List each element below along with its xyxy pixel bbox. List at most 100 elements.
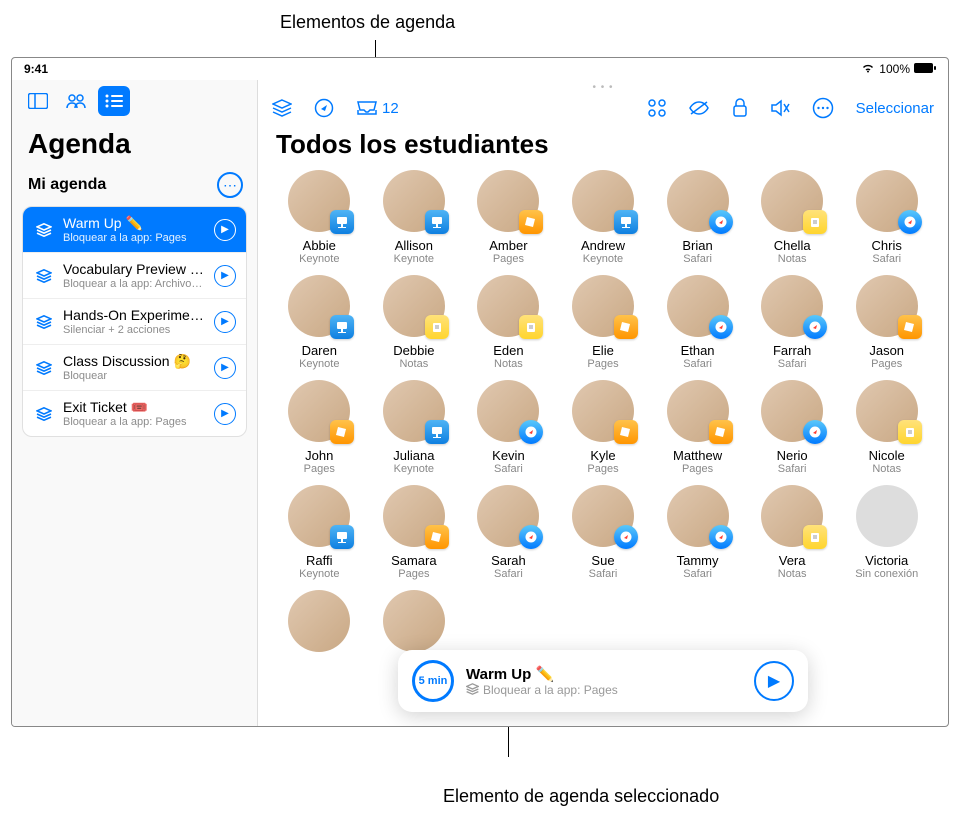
- avatar: [856, 380, 918, 442]
- student-app-label: Pages: [587, 358, 618, 370]
- app-badge-icon: [709, 210, 733, 234]
- avatar: [383, 380, 445, 442]
- agenda-item[interactable]: Vocabulary Preview 💡 Bloquear a la app: …: [23, 253, 246, 299]
- avatar: [383, 275, 445, 337]
- students-grid: Abbie Keynote Allison Keynote Amber Page…: [258, 170, 948, 726]
- student-cell[interactable]: Vera Notas: [749, 485, 836, 580]
- mute-icon[interactable]: [770, 99, 790, 117]
- student-cell[interactable]: Ethan Safari: [654, 275, 741, 370]
- agenda-play-button[interactable]: ▶: [214, 311, 236, 333]
- student-app-label: Pages: [398, 568, 429, 580]
- callout-bottom-label: Elemento de agenda seleccionado: [443, 786, 719, 807]
- avatar: [477, 380, 539, 442]
- student-cell[interactable]: Sarah Safari: [465, 485, 552, 580]
- avatar: [667, 485, 729, 547]
- student-cell[interactable]: Daren Keynote: [276, 275, 363, 370]
- app-badge-icon: [330, 315, 354, 339]
- pill-timer[interactable]: 5 min: [412, 660, 454, 702]
- people-button[interactable]: [60, 86, 92, 116]
- agenda-play-button[interactable]: ▶: [214, 403, 236, 425]
- agenda-list-button[interactable]: [98, 86, 130, 116]
- select-button[interactable]: Seleccionar: [856, 100, 934, 117]
- student-name: Amber: [489, 238, 527, 253]
- student-cell[interactable]: Amber Pages: [465, 170, 552, 265]
- student-name: Matthew: [673, 448, 722, 463]
- app-badge-icon: [614, 210, 638, 234]
- agenda-text: Warm Up ✏️ Bloquear a la app: Pages: [63, 215, 206, 244]
- agenda-item[interactable]: Class Discussion 🤔 Bloquear ▶: [23, 345, 246, 391]
- agenda-item-sub: Bloquear a la app: Pages: [63, 232, 206, 244]
- student-app-label: Keynote: [583, 253, 623, 265]
- content-toolbar: 12: [258, 93, 948, 125]
- student-cell[interactable]: [276, 590, 363, 652]
- layers-icon: [33, 219, 55, 241]
- app-badge-icon: [614, 315, 638, 339]
- student-cell[interactable]: Kyle Pages: [560, 380, 647, 475]
- lock-icon[interactable]: [732, 98, 748, 118]
- student-cell[interactable]: Eden Notas: [465, 275, 552, 370]
- student-cell[interactable]: Allison Keynote: [371, 170, 458, 265]
- student-cell[interactable]: Kevin Safari: [465, 380, 552, 475]
- agenda-play-button[interactable]: ▶: [214, 265, 236, 287]
- student-cell[interactable]: Brian Safari: [654, 170, 741, 265]
- student-cell[interactable]: Samara Pages: [371, 485, 458, 580]
- layers-icon[interactable]: [272, 99, 292, 117]
- student-cell[interactable]: [371, 590, 458, 652]
- sidebar-toolbar: [12, 80, 257, 122]
- inbox-icon[interactable]: 12: [356, 100, 399, 117]
- student-cell[interactable]: John Pages: [276, 380, 363, 475]
- student-app-label: Notas: [778, 253, 807, 265]
- student-name: Samara: [391, 553, 437, 568]
- agenda-item-name: Hands-On Experiment 🧪: [63, 307, 206, 324]
- sidebar: Agenda Mi agenda ⋯ Warm Up ✏️ Bloquear a…: [12, 80, 258, 726]
- student-name: Brian: [682, 238, 712, 253]
- app-badge-icon: [425, 525, 449, 549]
- grid-icon[interactable]: [648, 99, 666, 117]
- agenda-item[interactable]: Hands-On Experiment 🧪 Silenciar + 2 acci…: [23, 299, 246, 345]
- student-app-label: Keynote: [299, 358, 339, 370]
- student-cell[interactable]: Abbie Keynote: [276, 170, 363, 265]
- avatar: [761, 170, 823, 232]
- compass-icon[interactable]: [314, 98, 334, 118]
- avatar: [667, 275, 729, 337]
- student-name: Debbie: [393, 343, 434, 358]
- student-cell[interactable]: Jason Pages: [843, 275, 930, 370]
- student-cell[interactable]: Nicole Notas: [843, 380, 930, 475]
- agenda-item[interactable]: Exit Ticket 🎟️ Bloquear a la app: Pages …: [23, 391, 246, 436]
- student-cell[interactable]: Raffi Keynote: [276, 485, 363, 580]
- avatar: [572, 380, 634, 442]
- content-area: • • • 12: [258, 80, 948, 726]
- student-app-label: Notas: [399, 358, 428, 370]
- inbox-count: 12: [382, 100, 399, 117]
- hide-icon[interactable]: [688, 100, 710, 116]
- sidebar-collapse-button[interactable]: [22, 86, 54, 116]
- student-cell[interactable]: Tammy Safari: [654, 485, 741, 580]
- agenda-play-button[interactable]: ▶: [214, 219, 236, 241]
- student-name: Chris: [872, 238, 902, 253]
- student-app-label: Keynote: [394, 253, 434, 265]
- student-cell[interactable]: Sue Safari: [560, 485, 647, 580]
- student-cell[interactable]: Victoria Sin conexión: [843, 485, 930, 580]
- agenda-play-button[interactable]: ▶: [214, 357, 236, 379]
- pill-play-button[interactable]: ▶: [754, 661, 794, 701]
- agenda-more-button[interactable]: ⋯: [217, 172, 243, 198]
- avatar: [288, 485, 350, 547]
- app-badge-icon: [425, 420, 449, 444]
- app-badge-icon: [519, 315, 543, 339]
- student-cell[interactable]: Farrah Safari: [749, 275, 836, 370]
- student-cell[interactable]: Matthew Pages: [654, 380, 741, 475]
- student-cell[interactable]: Chris Safari: [843, 170, 930, 265]
- agenda-item[interactable]: Warm Up ✏️ Bloquear a la app: Pages ▶: [23, 207, 246, 253]
- student-cell[interactable]: Debbie Notas: [371, 275, 458, 370]
- window-grabber[interactable]: • • •: [258, 80, 948, 93]
- more-icon[interactable]: [812, 97, 834, 119]
- student-cell[interactable]: Juliana Keynote: [371, 380, 458, 475]
- student-cell[interactable]: Elie Pages: [560, 275, 647, 370]
- wifi-icon: [861, 62, 875, 76]
- student-cell[interactable]: Andrew Keynote: [560, 170, 647, 265]
- selected-agenda-pill[interactable]: 5 min Warm Up ✏️ Bloquear a la app: Page…: [398, 650, 808, 712]
- student-app-label: Safari: [778, 463, 807, 475]
- student-cell[interactable]: Nerio Safari: [749, 380, 836, 475]
- student-name: Vera: [779, 553, 806, 568]
- student-cell[interactable]: Chella Notas: [749, 170, 836, 265]
